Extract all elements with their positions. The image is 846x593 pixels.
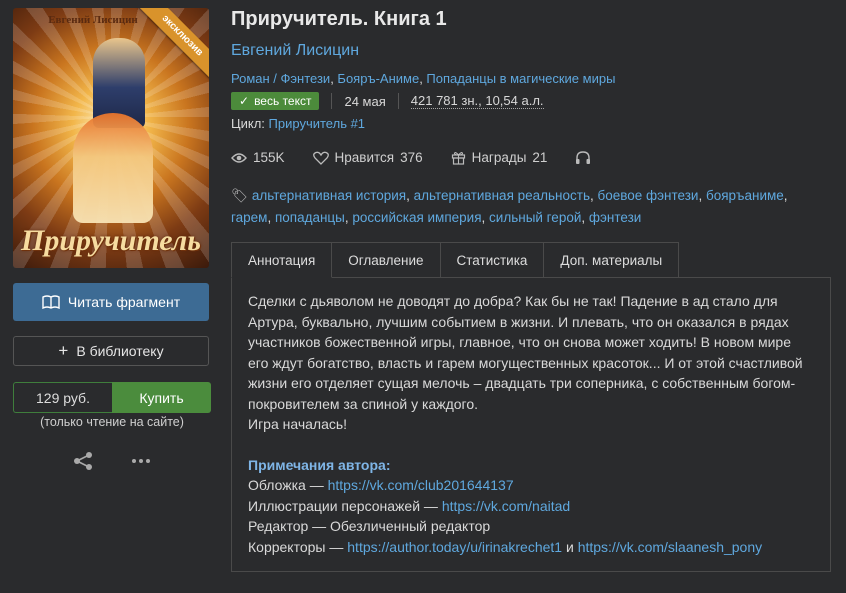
likes-count: 376 xyxy=(400,150,423,165)
book-icon xyxy=(42,295,60,309)
stats-row: 155K Нравится 376 Награды 21 xyxy=(231,150,831,165)
likes-label: Нравится xyxy=(334,150,395,165)
note-cover: Обложка — https://vk.com/club201644137 xyxy=(248,475,814,496)
plus-icon: + xyxy=(58,341,69,360)
awards-label: Награды xyxy=(471,150,527,165)
annotation-text: Сделки с дьяволом не доводят до добра? К… xyxy=(248,293,803,412)
cycle-label: Цикл: xyxy=(231,116,265,131)
tag-link[interactable]: альтернативная реальность xyxy=(414,188,590,203)
cover-title: Приручитель xyxy=(21,224,201,257)
audiobook-button[interactable] xyxy=(575,150,591,165)
tab-annotation[interactable]: Аннотация xyxy=(231,242,333,278)
book-info: Приручитель. Книга 1 Евгений Лисицин Ром… xyxy=(231,8,831,572)
divider xyxy=(331,93,333,109)
note-proofreader-link-1[interactable]: https://author.today/u/irinakrechet1 xyxy=(347,539,562,555)
annotation-last-line: Игра началась! xyxy=(248,416,348,432)
book-meta: ✓ весь текст 24 мая 421 781 зн., 10,54 а… xyxy=(231,92,831,110)
add-to-library-button[interactable]: + В библиотеку xyxy=(13,336,209,366)
note-proofreaders-and: и xyxy=(562,538,578,555)
note-cover-link[interactable]: https://vk.com/club201644137 xyxy=(328,477,514,493)
tag-link[interactable]: альтернативная история xyxy=(252,188,406,203)
awards-count: 21 xyxy=(532,150,548,165)
note-illustrations-link[interactable]: https://vk.com/naitad xyxy=(442,498,570,514)
tab-extra-materials[interactable]: Доп. материалы xyxy=(544,242,680,278)
note-proofreaders-label: Корректоры — xyxy=(248,538,348,555)
left-column: Евгений Лисицин Приручитель эксклюзив Чи… xyxy=(13,8,211,471)
like-button[interactable]: Нравится 376 xyxy=(312,150,423,165)
heart-icon xyxy=(312,151,329,165)
more-icon[interactable] xyxy=(130,451,152,471)
tabs: Аннотация Оглавление Статистика Доп. мат… xyxy=(231,242,831,278)
buy-block: 129 руб. Купить xyxy=(13,382,211,413)
buy-button[interactable]: Купить xyxy=(112,382,211,413)
views-count: 155K xyxy=(253,150,285,165)
cover-figure-woman xyxy=(73,113,153,223)
price: 129 руб. xyxy=(13,382,112,413)
tag-link[interactable]: бояръаниме xyxy=(706,188,784,203)
status-badge: ✓ весь текст xyxy=(231,92,320,110)
gift-icon xyxy=(451,151,465,165)
tags: 🏷 альтернативная история, альтернативная… xyxy=(231,188,788,225)
publish-date: 24 мая xyxy=(344,93,386,109)
cycle: Цикл: Приручитель #1 xyxy=(231,116,831,131)
annotation-panel: Сделки с дьяволом не доводят до добра? К… xyxy=(231,277,831,572)
genre-link[interactable]: Бояръ-Аниме xyxy=(337,71,419,86)
tab-contents[interactable]: Оглавление xyxy=(332,242,441,278)
genre-link[interactable]: Попаданцы в магические миры xyxy=(426,71,615,86)
share-icon[interactable] xyxy=(72,451,94,471)
note-cover-label: Обложка — xyxy=(248,477,328,493)
reading-note: (только чтение на сайте) xyxy=(40,415,184,429)
book-title: Приручитель. Книга 1 xyxy=(231,8,447,30)
read-fragment-button[interactable]: Читать фрагмент xyxy=(13,283,209,321)
genres: Роман / Фэнтези, Бояръ-Аниме, Попаданцы … xyxy=(231,71,616,86)
tab-statistics[interactable]: Статистика xyxy=(440,242,545,278)
note-proofreaders: Корректоры — https://author.today/u/irin… xyxy=(248,537,814,558)
tag-link[interactable]: гарем xyxy=(231,210,267,225)
tag-link[interactable]: попаданцы xyxy=(275,210,345,225)
tag-icon: 🏷 xyxy=(231,188,249,203)
note-proofreader-link-2[interactable]: https://vk.com/slaanesh_pony xyxy=(578,539,762,555)
book-size: 421 781 зн., 10,54 а.л. xyxy=(410,93,544,109)
eye-icon xyxy=(231,152,247,163)
add-to-library-label: В библиотеку xyxy=(76,343,164,359)
tag-link[interactable]: сильный герой xyxy=(489,210,581,225)
tag-link[interactable]: фэнтези xyxy=(589,210,641,225)
check-icon: ✓ xyxy=(239,94,250,108)
tag-link[interactable]: боевое фэнтези xyxy=(598,188,699,203)
read-fragment-label: Читать фрагмент xyxy=(67,294,181,310)
genre-link[interactable]: Роман / Фэнтези xyxy=(231,71,330,86)
cycle-link[interactable]: Приручитель #1 xyxy=(269,116,366,131)
note-editor: Редактор — Обезличенный редактор xyxy=(248,518,491,534)
awards-button[interactable]: Награды 21 xyxy=(451,150,548,165)
note-illustrations: Иллюстрации персонажей — https://vk.com/… xyxy=(248,496,814,517)
tag-link[interactable]: российская империя xyxy=(352,210,481,225)
divider xyxy=(397,93,399,109)
headphones-icon xyxy=(576,150,591,164)
book-cover[interactable]: Евгений Лисицин Приручитель эксклюзив xyxy=(13,8,209,268)
views-stat: 155K xyxy=(231,150,285,165)
note-illustrations-label: Иллюстрации персонажей — xyxy=(248,497,442,514)
author-notes-heading: Примечания автора: xyxy=(248,456,391,473)
social-actions xyxy=(13,451,211,471)
author-link[interactable]: Евгений Лисицин xyxy=(231,42,831,60)
status-badge-label: весь текст xyxy=(254,94,312,108)
